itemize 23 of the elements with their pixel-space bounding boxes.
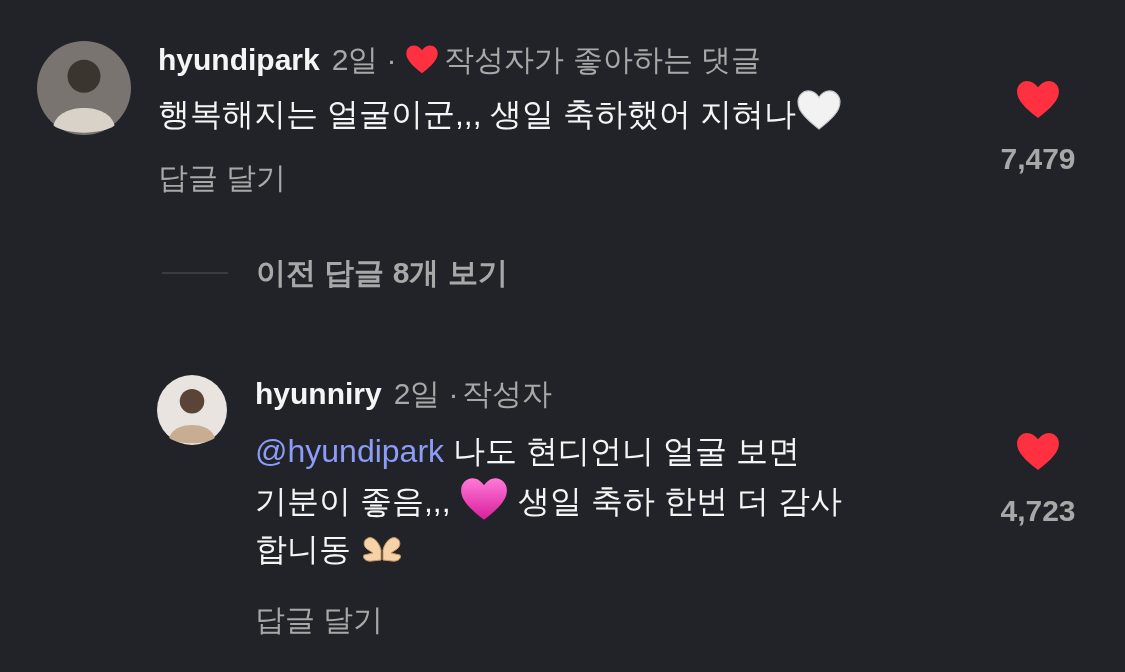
like-count: 7,479 <box>1000 141 1076 177</box>
comment-text: @hyundipark 나도 현디언니 얼굴 보면 기분이 좋음,,, 생일 축하 한번 더 감사 합니동 <box>255 432 843 569</box>
author-label: 작성자 <box>462 375 553 412</box>
view-replies-button[interactable]: 이전 답글 8개 보기 <box>256 253 508 293</box>
heart-icon <box>459 475 510 522</box>
separator-dot: · <box>386 41 397 78</box>
separator-dot: · <box>448 375 459 412</box>
comment-time: 2일 <box>393 375 441 412</box>
avatar[interactable] <box>37 41 131 135</box>
filled-heart-icon[interactable] <box>1015 79 1061 119</box>
filled-heart-icon[interactable] <box>1015 431 1061 471</box>
heart-icon <box>404 44 441 74</box>
liked-by-author-label: 작성자가 좋아하는 댓글 <box>444 41 762 78</box>
mention-link[interactable]: @hyundipark <box>255 433 445 469</box>
username[interactable]: hyundipark <box>158 36 320 82</box>
username[interactable]: hyunniry <box>255 370 382 416</box>
like-count: 4,723 <box>1000 493 1076 529</box>
reply-button[interactable]: 답글 달기 <box>255 599 384 640</box>
comment-time: 2일 <box>331 41 379 78</box>
comment-text: 행복해지는 얼굴이군,,, 생일 축하했어 지혀나 <box>158 89 988 138</box>
heart-icon <box>796 89 843 131</box>
avatar[interactable] <box>157 375 227 445</box>
reply-button[interactable]: 답글 달기 <box>158 158 287 198</box>
